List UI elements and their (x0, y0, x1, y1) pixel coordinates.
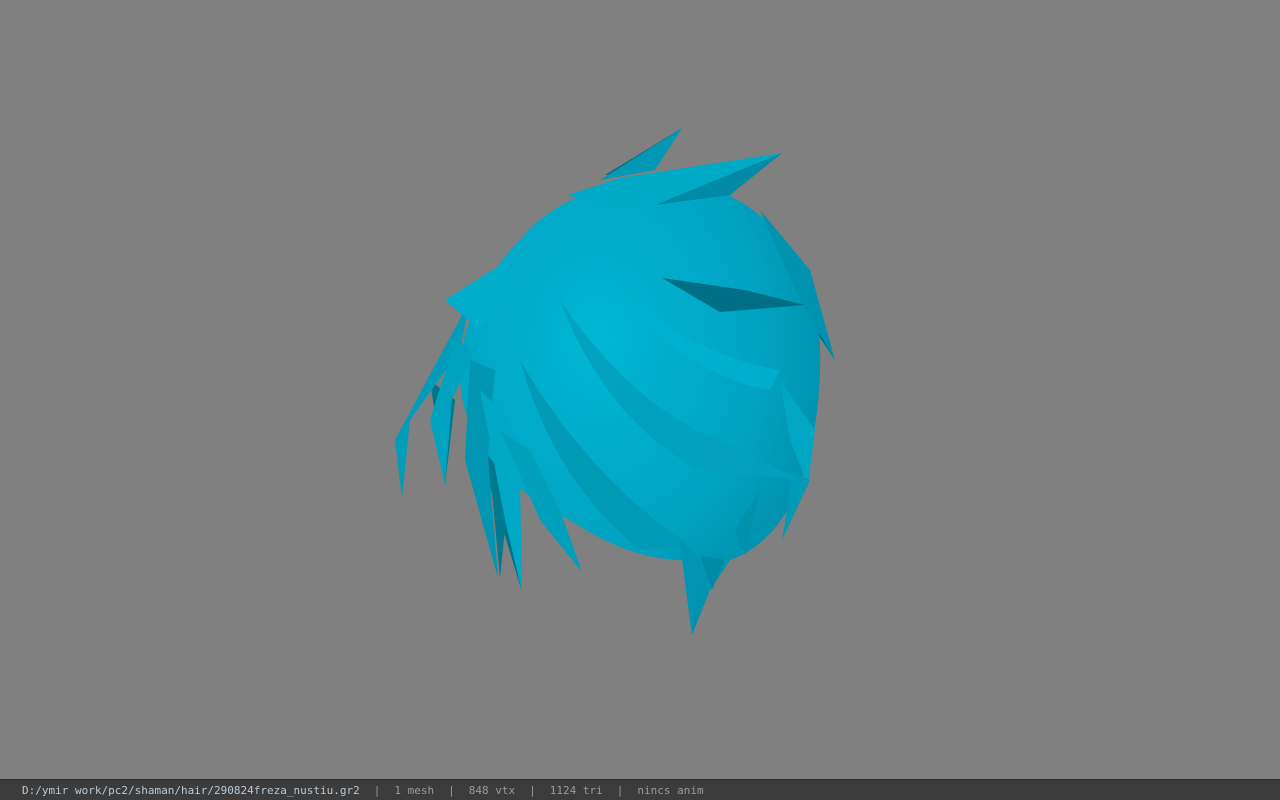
status-bar: D:/ymir work/pc2/shaman/hair/290824freza… (0, 779, 1280, 800)
vertex-count: 848 vtx (468, 783, 516, 797)
hair-top-spikes (568, 128, 782, 210)
separator: | (529, 783, 536, 797)
hair-model (395, 128, 835, 635)
separator: | (373, 783, 381, 797)
separator: | (448, 783, 455, 797)
file-path: D:/ymir work/pc2/shaman/hair/290824freza… (22, 783, 360, 797)
3d-viewport[interactable] (0, 0, 1280, 779)
animation-status: nincs anim (637, 783, 704, 797)
separator: | (616, 783, 624, 797)
mesh-count: 1 mesh (394, 783, 435, 797)
triangle-count: 1124 tri (549, 783, 603, 797)
